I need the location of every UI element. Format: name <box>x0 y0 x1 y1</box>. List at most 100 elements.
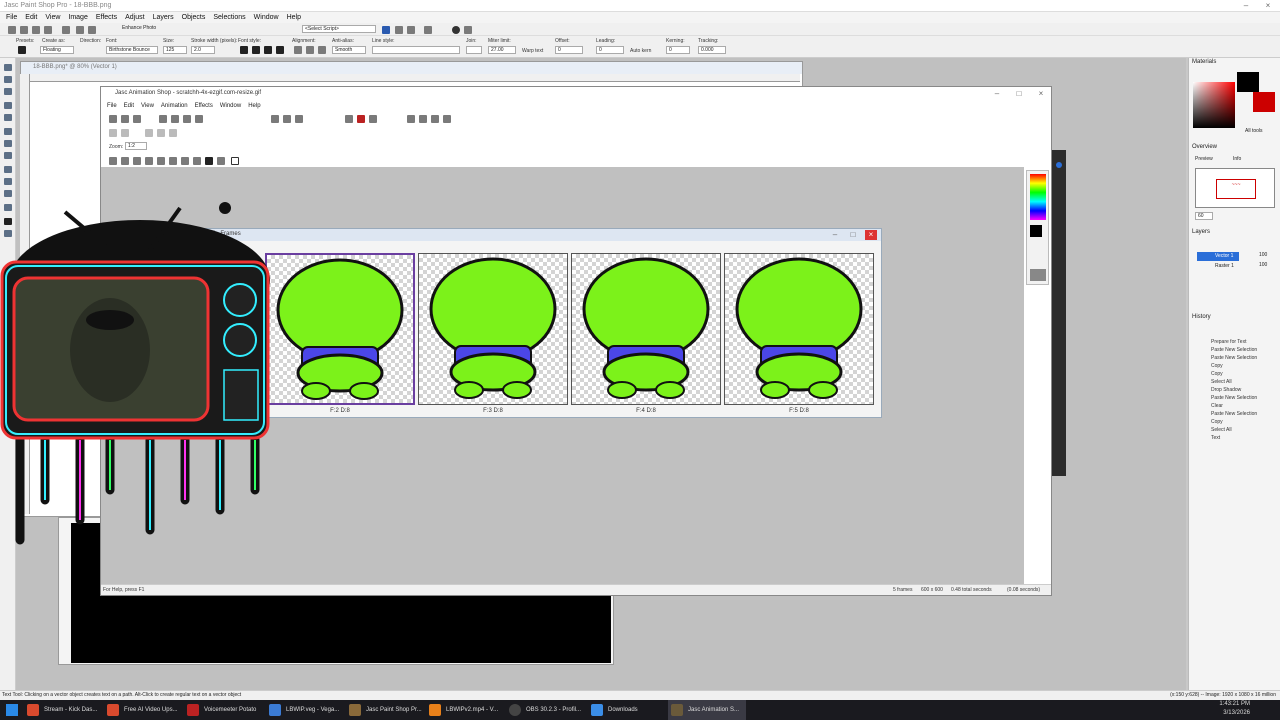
ani-fill-icon[interactable] <box>193 157 201 165</box>
history-item[interactable]: Select All <box>1211 379 1232 385</box>
all-tools-checkbox[interactable]: All tools <box>1245 128 1263 134</box>
ani-crop-icon[interactable] <box>345 115 353 123</box>
ani-menu-view[interactable]: View <box>141 103 154 109</box>
run-script-icon[interactable] <box>382 26 390 34</box>
ani-color-spectrum[interactable] <box>1030 174 1046 220</box>
layer-opacity[interactable]: 100 <box>1259 252 1267 258</box>
history-item[interactable]: Copy <box>1211 371 1223 377</box>
redo-icon[interactable] <box>88 26 96 34</box>
taskbar-item[interactable]: LBWIP.veg - Vega... <box>266 700 344 720</box>
dark-scrollbar[interactable] <box>1052 150 1066 476</box>
history-item[interactable]: Paste New Selection <box>1211 347 1257 353</box>
zoom-tool-icon[interactable] <box>4 76 12 83</box>
magic-wand-icon[interactable] <box>4 114 12 121</box>
align-right-icon[interactable] <box>318 46 326 54</box>
history-item[interactable]: Select All <box>1211 427 1232 433</box>
ani-brush-icon[interactable] <box>169 157 177 165</box>
ani-banner-icon[interactable] <box>121 115 129 123</box>
print-icon[interactable] <box>62 26 70 34</box>
stroke-field[interactable]: 2.0 <box>191 46 215 54</box>
move-tool-icon[interactable] <box>4 152 12 159</box>
leading-field[interactable]: 0 <box>596 46 624 54</box>
scroll-help-icon[interactable] <box>1056 162 1062 168</box>
select-script-dropdown[interactable]: <Select Script> <box>302 25 376 33</box>
selection-tool-icon[interactable] <box>4 102 12 109</box>
ani-zoom-icon[interactable] <box>121 157 129 165</box>
info-tab[interactable]: Info <box>1233 156 1241 162</box>
history-item[interactable]: Paste New Selection <box>1211 355 1257 361</box>
script-record-icon[interactable] <box>407 26 415 34</box>
line-style-dropdown[interactable] <box>372 46 460 54</box>
taskbar-item[interactable]: LBWIPv2.mp4 - V... <box>426 700 504 720</box>
overview-zoom-field[interactable]: 60 <box>1195 212 1213 220</box>
ani-menu-edit[interactable]: Edit <box>124 103 134 109</box>
ani-menu-effects[interactable]: Effects <box>195 103 213 109</box>
history-item[interactable]: Copy <box>1211 419 1223 425</box>
paint-brush-icon[interactable] <box>4 166 12 173</box>
strikethrough-icon[interactable] <box>276 46 284 54</box>
text-tool-icon[interactable] <box>18 46 26 54</box>
start-button-icon[interactable] <box>6 704 18 716</box>
menu-objects[interactable]: Objects <box>182 14 206 21</box>
foreground-color-swatch[interactable] <box>1237 72 1259 92</box>
ani-view-icon[interactable] <box>407 115 415 123</box>
dropper-icon[interactable] <box>4 128 12 135</box>
script-edit-icon[interactable] <box>395 26 403 34</box>
ani-menu-file[interactable]: File <box>107 103 117 109</box>
taskbar-item[interactable]: Stream - Kick Das... <box>24 700 102 720</box>
ani-new-icon[interactable] <box>159 115 167 123</box>
ani-maximize-button[interactable]: □ <box>1013 89 1025 99</box>
ani-close-button[interactable]: × <box>1035 89 1047 99</box>
last-frame-icon[interactable] <box>169 129 177 137</box>
taskbar-item[interactable]: Voicemeeter Potato <box>184 700 262 720</box>
deform-tool-icon[interactable] <box>4 88 12 95</box>
align-center-icon[interactable] <box>306 46 314 54</box>
clock-time[interactable]: 1:43:21 PM <box>1219 701 1250 707</box>
new-icon[interactable] <box>8 26 16 34</box>
ani-foreground-swatch[interactable] <box>1030 225 1042 237</box>
menu-layers[interactable]: Layers <box>153 14 174 21</box>
menu-effects[interactable]: Effects <box>96 14 117 21</box>
offset-field[interactable]: 0 <box>555 46 583 54</box>
frames-maximize-button[interactable]: □ <box>847 230 859 240</box>
ani-palette-icon[interactable] <box>431 115 439 123</box>
background-color-swatch[interactable] <box>1253 92 1275 112</box>
ani-save-icon[interactable] <box>183 115 191 123</box>
history-item[interactable]: Text <box>1211 435 1220 441</box>
pause-icon[interactable] <box>464 26 472 34</box>
ani-delete-icon[interactable] <box>357 115 365 123</box>
crop-tool-icon[interactable] <box>4 140 12 147</box>
ani-dropper-icon[interactable] <box>157 157 165 165</box>
pan-tool-icon[interactable] <box>4 64 12 71</box>
ani-color-palette[interactable] <box>1026 170 1049 285</box>
arrow-tool-icon[interactable] <box>109 157 117 165</box>
play-icon[interactable] <box>145 129 153 137</box>
ani-properties-icon[interactable] <box>369 115 377 123</box>
join-dropdown[interactable] <box>466 46 482 54</box>
eraser-icon[interactable] <box>4 190 12 197</box>
ani-open-icon[interactable] <box>171 115 179 123</box>
ani-menu-help[interactable]: Help <box>248 103 260 109</box>
ani-select-icon[interactable] <box>145 157 153 165</box>
ani-help-icon[interactable] <box>443 115 451 123</box>
preview-tab[interactable]: Preview <box>1195 156 1213 162</box>
bold-icon[interactable] <box>240 46 248 54</box>
ani-cut-icon[interactable] <box>271 115 279 123</box>
menu-edit[interactable]: Edit <box>25 14 37 21</box>
align-left-icon[interactable] <box>294 46 302 54</box>
open-icon[interactable] <box>20 26 28 34</box>
menu-view[interactable]: View <box>45 14 60 21</box>
layer-row-vector[interactable]: Vector 1 <box>1197 252 1239 261</box>
frame-cell[interactable] <box>724 253 874 405</box>
size-dropdown[interactable]: 125 <box>163 46 187 54</box>
warp-text-checkbox[interactable]: Warp text <box>522 48 543 54</box>
ani-frames-icon[interactable] <box>419 115 427 123</box>
ani-move-icon[interactable] <box>133 157 141 165</box>
menu-image[interactable]: Image <box>68 14 87 21</box>
ani-transition-icon[interactable] <box>133 115 141 123</box>
taskbar-item[interactable]: OBS 30.2.3 - Profil... <box>506 700 584 720</box>
create-as-dropdown[interactable]: Floating <box>40 46 74 54</box>
minimize-button[interactable]: – <box>1240 1 1252 11</box>
frame-cell[interactable] <box>265 253 415 405</box>
history-item[interactable]: Paste New Selection <box>1211 395 1257 401</box>
